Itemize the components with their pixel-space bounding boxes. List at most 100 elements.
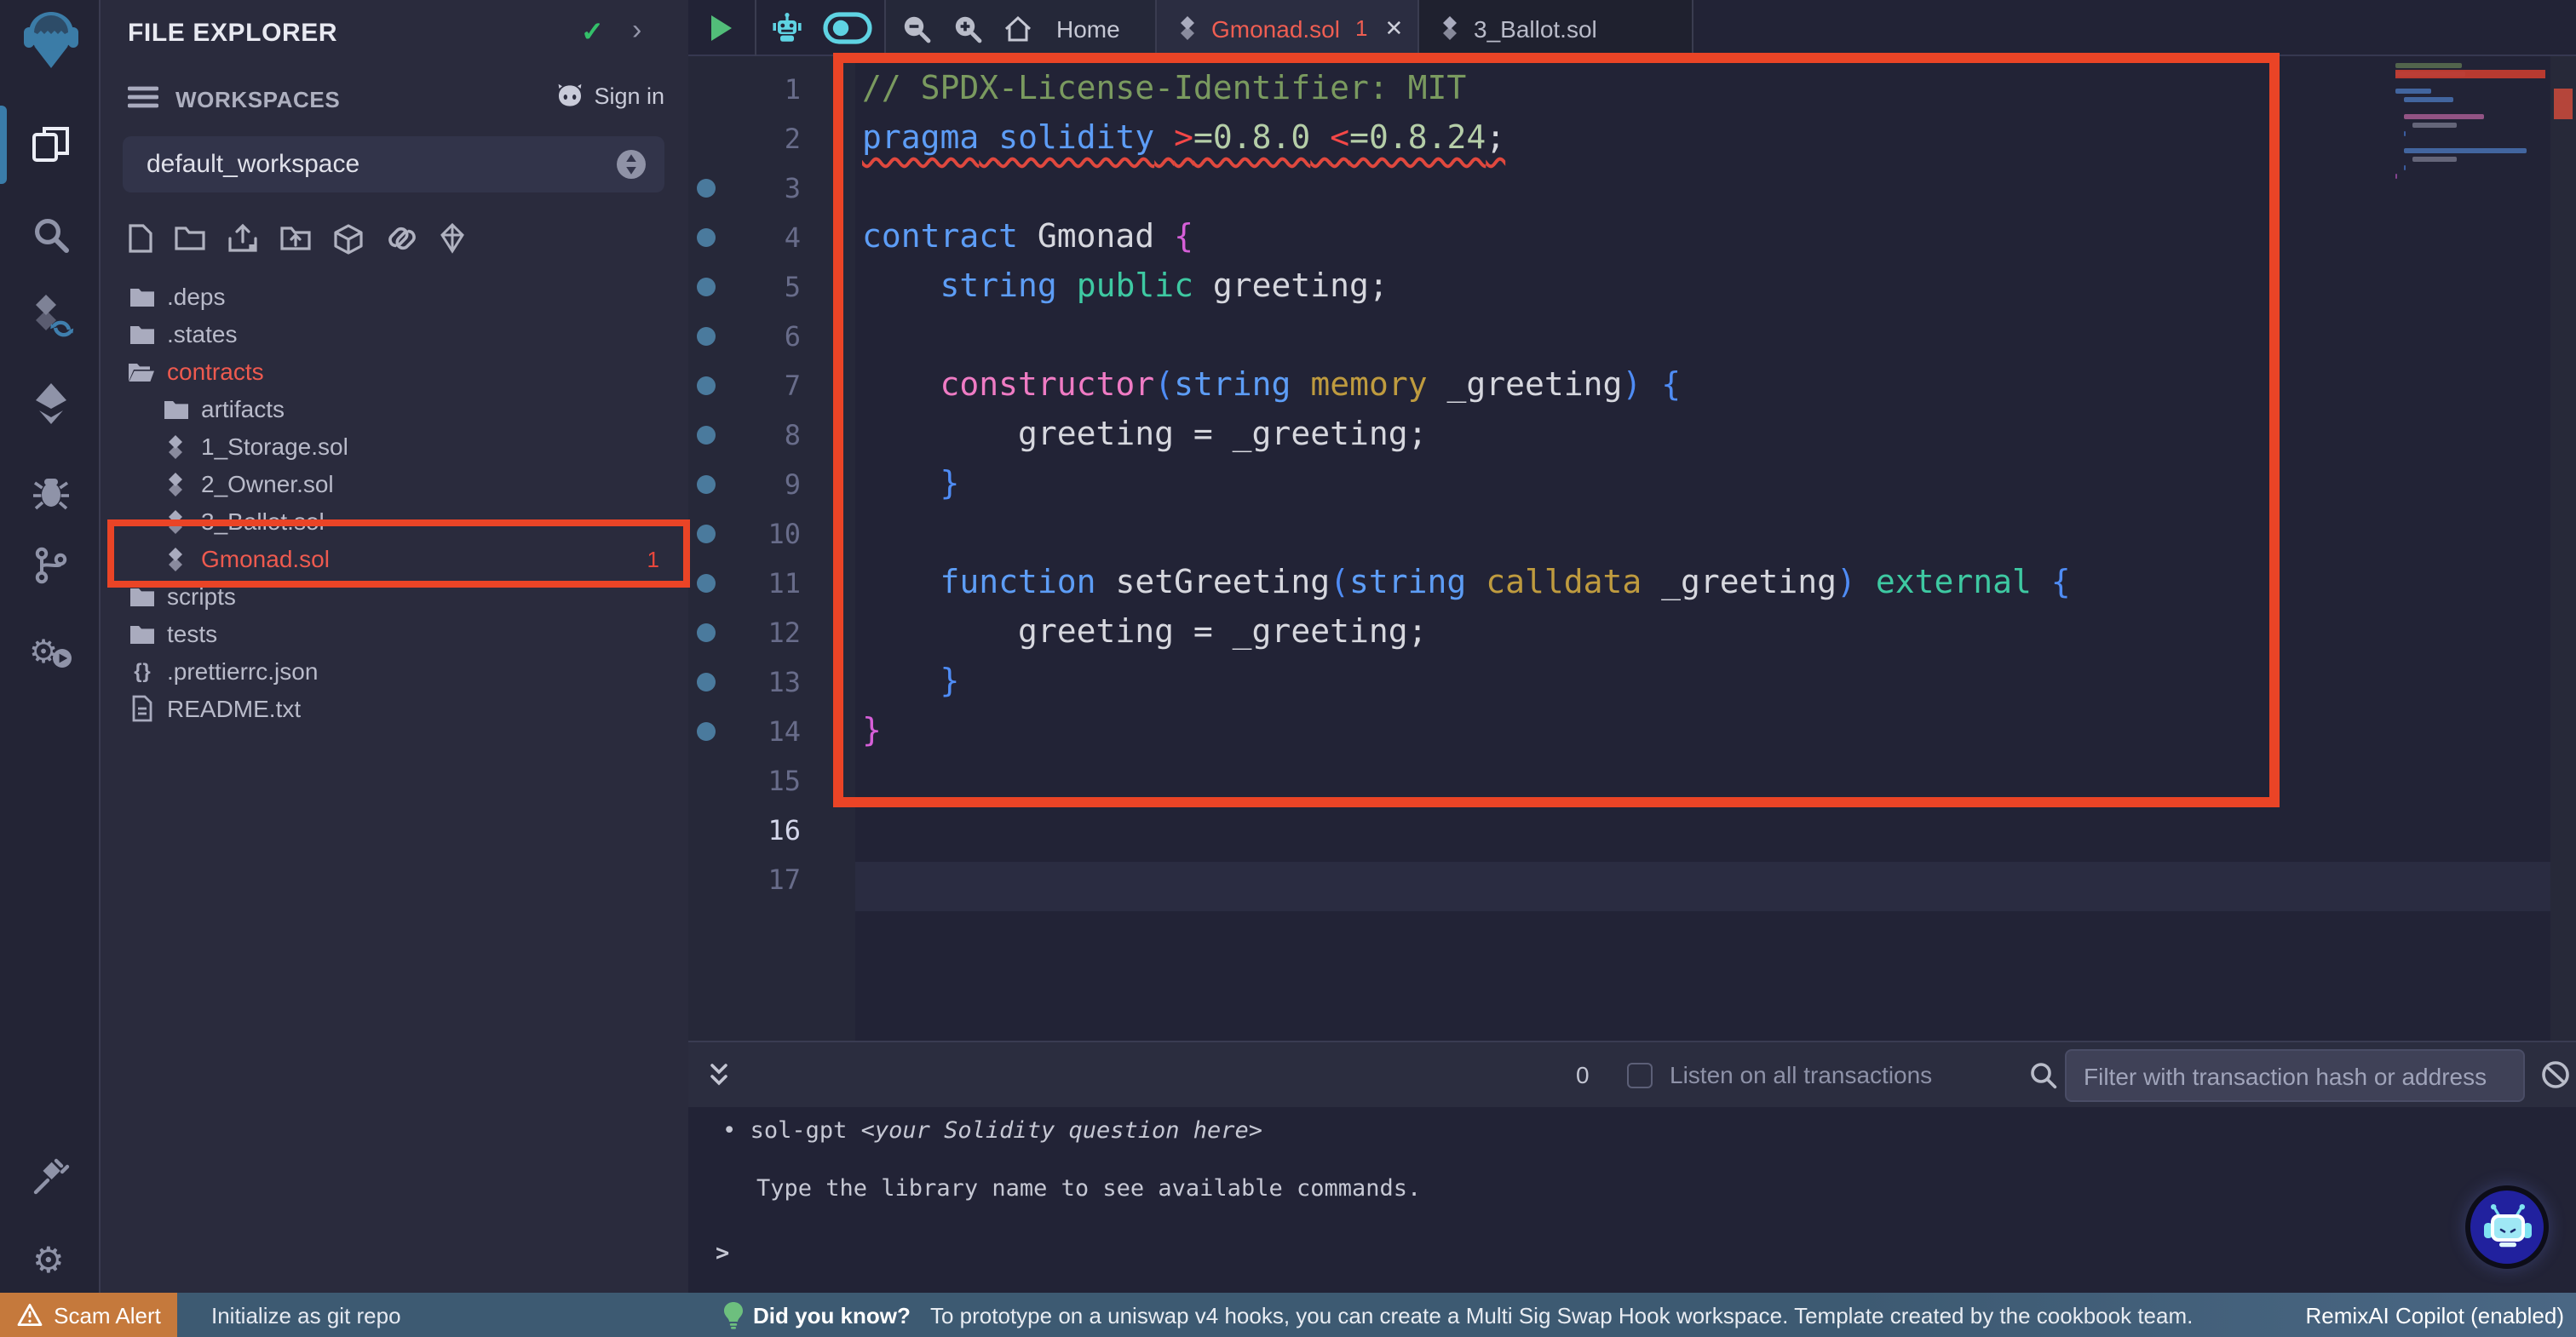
folder-icon: [128, 285, 155, 307]
tab-label: Gmonad.sol: [1211, 14, 1340, 42]
file-explorer-panel: FILE EXPLORER ✓ › WORKSPACES Sign in def…: [101, 0, 688, 1337]
line-number: 4: [688, 213, 801, 262]
error-overview-mark: [2554, 89, 2573, 119]
tree-item-scripts[interactable]: scripts: [101, 577, 688, 615]
workspace-selected-value: default_workspace: [147, 150, 615, 179]
tree-item-artifacts[interactable]: artifacts: [101, 390, 688, 427]
code-line-14: }: [862, 707, 882, 756]
tab-label: 3_Ballot.sol: [1474, 14, 1597, 42]
rail-item-solidity-compiler[interactable]: [0, 293, 101, 337]
zoom-in-icon[interactable]: [952, 13, 983, 43]
solidity-badge-icon[interactable]: [440, 223, 465, 255]
tree-item-1-storage-sol[interactable]: 1_Storage.sol: [101, 427, 688, 465]
tree-item-tests[interactable]: tests: [101, 615, 688, 652]
tree-item-readme-txt[interactable]: README.txt: [101, 690, 688, 727]
editor-minimap[interactable]: [2395, 63, 2550, 284]
terminal-prompt[interactable]: >: [716, 1240, 729, 1267]
new-file-icon[interactable]: [128, 223, 153, 255]
json-icon: { }: [128, 659, 155, 683]
solidity-icon: [162, 508, 189, 534]
svg-text:⚙: ⚙: [32, 1239, 64, 1279]
workspaces-menu-icon[interactable]: [128, 85, 158, 109]
line-number: 8: [688, 410, 801, 460]
tab-gmonad-sol[interactable]: Gmonad.sol 1 ✕: [1157, 0, 1417, 56]
plug-icon: [30, 1156, 71, 1197]
listen-all-transactions-label: Listen on all transactions: [1670, 1061, 1932, 1088]
svg-text:⚙: ⚙: [28, 633, 57, 670]
workspace-select[interactable]: default_workspace: [123, 136, 664, 192]
editor-scrollbar[interactable]: [2550, 56, 2576, 1041]
solidity-icon: [162, 433, 189, 459]
cube-icon[interactable]: [332, 223, 365, 255]
line-number: 17: [688, 855, 801, 904]
line-number: 12: [688, 608, 801, 657]
clear-console-icon[interactable]: [2540, 1059, 2571, 1090]
tree-item--deps[interactable]: .deps: [101, 278, 688, 315]
chevron-right-icon[interactable]: ›: [632, 14, 641, 48]
tab-close-icon[interactable]: ✕: [1384, 14, 1403, 42]
home-tab-label: Home: [1056, 14, 1120, 42]
transaction-filter-input[interactable]: [2065, 1049, 2525, 1102]
rail-item-git[interactable]: [0, 543, 101, 588]
ai-robot-icon[interactable]: [769, 11, 803, 45]
terminal-output[interactable]: • sol-gpt <your Solidity question here> …: [688, 1107, 2576, 1293]
remix-ide-window: ⚙⚙ FILE EXPLORER ✓ › WORKSPACES Sign in …: [0, 0, 2576, 1337]
tree-item-gmonad-sol[interactable]: Gmonad.sol1: [101, 540, 688, 577]
rail-item-settings[interactable]: ⚙: [0, 1237, 101, 1281]
current-line-highlight: [855, 862, 2576, 911]
scam-alert-button[interactable]: Scam Alert: [0, 1293, 177, 1337]
code-line-4: contract Gmonad {: [862, 213, 1193, 262]
tree-item--states[interactable]: .states: [101, 315, 688, 353]
code-line-9: }: [862, 460, 959, 509]
home-icon: [1003, 14, 1032, 42]
divider: [1692, 0, 1693, 56]
icon-rail: ⚙⚙: [0, 0, 101, 1337]
terminal-header: 0 Listen on all transactions: [688, 1041, 2576, 1107]
terminal-line: Type the library name to see available c…: [756, 1175, 1421, 1202]
code-line-5: string public greeting;: [862, 262, 1389, 312]
rail-item-debugger[interactable]: [0, 470, 101, 514]
settings-icon: ⚙: [30, 1238, 71, 1279]
copilot-status[interactable]: RemixAI Copilot (enabled): [2306, 1302, 2564, 1328]
tree-item-3-ballot-sol[interactable]: 3_Ballot.sol: [101, 502, 688, 540]
code-line-7: constructor(string memory _greeting) {: [862, 361, 1681, 410]
remix-ai-assistant-button[interactable]: [2465, 1185, 2549, 1269]
copilot-toggle[interactable]: [822, 12, 871, 44]
minimap-line: [2404, 165, 2406, 170]
line-number: 16: [688, 806, 801, 855]
zoom-out-icon[interactable]: [901, 13, 932, 43]
tree-item-2-owner-sol[interactable]: 2_Owner.sol: [101, 465, 688, 502]
tree-item-contracts[interactable]: contracts: [101, 353, 688, 390]
terminal-line: • sol-gpt <your Solidity question here>: [722, 1117, 1262, 1145]
lightbulb-icon: [722, 1301, 745, 1330]
editor-gutter: 1234567891011121314151617: [688, 56, 855, 1041]
new-folder-icon[interactable]: [174, 223, 206, 255]
rail-item-plugin-manager[interactable]: ⚙: [0, 628, 101, 673]
terminal-collapse-icon[interactable]: [705, 1060, 733, 1089]
rail-item-remix-logo[interactable]: [0, 17, 101, 61]
line-number: 1: [688, 65, 801, 114]
git-icon: [32, 545, 69, 586]
remix-logo-icon: [16, 5, 84, 73]
tree-item-label: 2_Owner.sol: [201, 470, 334, 497]
listen-all-transactions-checkbox[interactable]: [1627, 1062, 1653, 1087]
link-icon[interactable]: [385, 223, 419, 255]
rail-item-deploy-run[interactable]: [0, 382, 101, 426]
code-line-2: pragma solidity >=0.8.0 <=0.8.24;: [862, 114, 1505, 164]
upload-folder-icon[interactable]: [279, 223, 312, 255]
run-script-button[interactable]: [688, 0, 755, 56]
transaction-count: 0: [1576, 1061, 1590, 1088]
sign-in-button[interactable]: Sign in: [555, 83, 664, 109]
git-init-button[interactable]: Initialize as git repo: [211, 1302, 401, 1328]
tip-text: To prototype on a uniswap v4 hooks, you …: [930, 1302, 2193, 1328]
tab-3-ballot-sol[interactable]: 3_Ballot.sol: [1419, 0, 1692, 56]
solidity-file-icon: [1440, 15, 1460, 41]
editor-tab-strip: Home Gmonad.sol 1 ✕ 3_Ballot.sol: [688, 0, 2576, 56]
rail-item-file-explorer[interactable]: [0, 123, 101, 167]
tab-home[interactable]: Home: [1003, 14, 1120, 42]
upload-file-icon[interactable]: [227, 223, 259, 255]
tree-item--prettierrc-json[interactable]: { }.prettierrc.json: [101, 652, 688, 690]
code-editor[interactable]: 1234567891011121314151617 // SPDX-Licens…: [688, 56, 2576, 1041]
rail-item-plug[interactable]: [0, 1155, 101, 1199]
rail-item-search[interactable]: [0, 213, 101, 257]
